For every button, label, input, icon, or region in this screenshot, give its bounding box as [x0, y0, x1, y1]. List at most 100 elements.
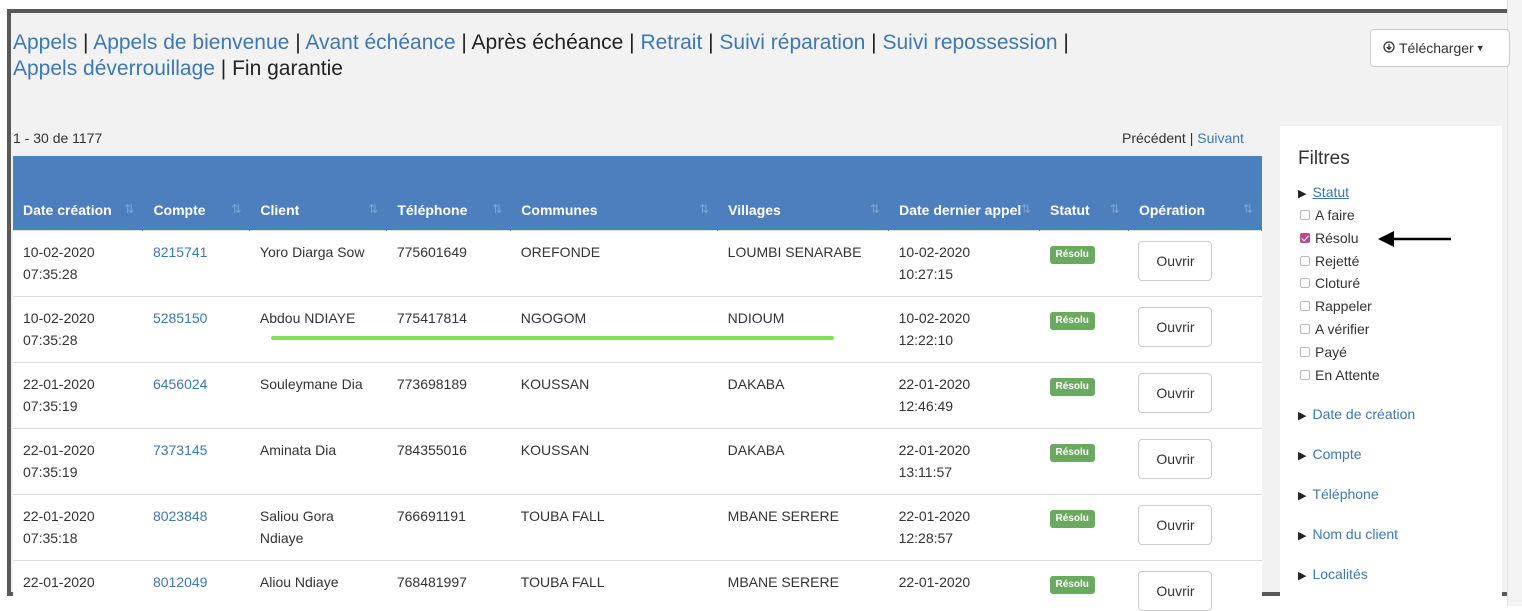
filter-section-statut[interactable]: ▶Statut [1298, 184, 1349, 200]
nav-appels-bienvenue[interactable]: Appels de bienvenue [93, 31, 289, 54]
table-row: 10-02-2020 07:35:28 8215741 Yoro Diarga S… [13, 231, 1262, 297]
filter-option-paye[interactable]: Payé [1300, 344, 1347, 360]
col-client[interactable]: Client⇅ [250, 156, 387, 231]
time-value: 07:35:28 [23, 266, 78, 282]
filter-option-cloture[interactable]: Cloturé [1300, 275, 1360, 291]
sort-icon: ⇅ [1110, 199, 1120, 219]
account-link[interactable]: 6456024 [153, 376, 208, 392]
highlight-underline [271, 336, 834, 340]
filter-section-label: Téléphone [1312, 486, 1378, 502]
open-button[interactable]: Ouvrir [1138, 505, 1212, 545]
col-villages[interactable]: Villages⇅ [718, 156, 889, 231]
nav-fin-garantie[interactable]: Fin garantie [232, 57, 343, 80]
cell-statut: Résolu [1040, 495, 1129, 561]
filters-panel: Filtres ▶Statut A faire Résolu Rejetté C… [1280, 126, 1502, 596]
open-button[interactable]: Ouvrir [1138, 307, 1212, 347]
checkbox[interactable] [1300, 324, 1310, 334]
account-link[interactable]: 5285150 [153, 310, 208, 326]
nav-retrait[interactable]: Retrait [640, 31, 702, 54]
nav-suivi-reparation[interactable]: Suivi réparation [719, 31, 865, 54]
sort-icon: ⇅ [124, 199, 134, 219]
col-telephone[interactable]: Téléphone⇅ [387, 156, 511, 231]
filter-option-a-verifier[interactable]: A vérifier [1300, 321, 1369, 337]
col-operation[interactable]: Opération⇅ [1128, 156, 1261, 231]
nav-separator: | [865, 31, 882, 54]
cell-client: Saliou Gora Ndiaye [250, 495, 387, 561]
nav-appels-deverrouillage[interactable]: Appels déverrouillage [13, 57, 215, 80]
sort-icon: ⇅ [1243, 199, 1253, 219]
filter-section-nom-client[interactable]: ▶Nom du client [1298, 526, 1398, 542]
cell-date-creation: 22-01-2020 [13, 561, 143, 611]
arrow-left-icon [1378, 230, 1453, 248]
col-compte[interactable]: Compte⇅ [143, 156, 250, 231]
filter-section-compte[interactable]: ▶ Compte [1298, 446, 1362, 462]
cell-commune: KOUSSAN [511, 363, 718, 429]
call-type-nav: Appels | Appels de bienvenue | Avant éch… [13, 30, 1253, 82]
nav-separator: | [623, 31, 640, 54]
col-communes[interactable]: Communes⇅ [511, 156, 718, 231]
open-button[interactable]: Ouvrir [1138, 241, 1212, 281]
cell-compte: 8012049 [143, 561, 250, 611]
caret-right-icon: ▶ [1298, 570, 1306, 582]
account-link[interactable]: 8023848 [153, 508, 208, 524]
option-label: Payé [1315, 344, 1347, 360]
col-statut[interactable]: Statut ⇅ [1040, 156, 1129, 231]
status-badge: Résolu [1050, 444, 1095, 462]
prev-link[interactable]: Précédent [1122, 130, 1186, 146]
time-value: 12:46:49 [899, 398, 954, 414]
checkbox[interactable] [1300, 370, 1310, 380]
nav-suivi-repossession[interactable]: Suivi repossession [882, 31, 1057, 54]
checkbox[interactable] [1300, 301, 1310, 311]
table-row: 22-01-202007:35:19 7373145 Aminata Dia 7… [13, 429, 1262, 495]
account-link[interactable]: 7373145 [153, 442, 208, 458]
filter-option-rappeler[interactable]: Rappeler [1300, 298, 1372, 314]
open-button[interactable]: Ouvrir [1138, 373, 1212, 413]
account-link[interactable]: 8215741 [153, 244, 208, 260]
col-label: Téléphone [397, 202, 467, 218]
checkbox[interactable] [1300, 256, 1310, 266]
caret-right-icon: ▶ [1298, 450, 1306, 462]
col-date-creation[interactable]: Date création⇅ [13, 156, 143, 231]
nav-avant-echeance[interactable]: Avant échéance [305, 31, 455, 54]
filter-section-label: Compte [1312, 446, 1361, 462]
time-value: 07:35:19 [23, 398, 78, 414]
account-link[interactable]: 8012049 [153, 574, 208, 590]
status-badge: Résolu [1050, 312, 1095, 330]
cell-telephone: 766691191 [387, 495, 511, 561]
cell-client: Yoro Diarga Sow [250, 231, 387, 297]
cell-date-appel: 10-02-202010:27:15 [889, 231, 1040, 297]
checkbox[interactable] [1300, 347, 1310, 357]
window-scrollbar[interactable] [1507, 0, 1522, 606]
filter-option-a-faire[interactable]: A faire [1300, 207, 1355, 223]
col-date-dernier-appel[interactable]: Date dernier appel⇅ [889, 156, 1040, 231]
checkbox-checked[interactable] [1300, 233, 1310, 243]
filter-option-en-attente[interactable]: En Attente [1300, 367, 1380, 383]
open-button[interactable]: Ouvrir [1138, 439, 1212, 479]
col-label: Statut [1050, 202, 1090, 218]
filters-title: Filtres [1298, 148, 1350, 170]
option-label: Cloturé [1315, 275, 1360, 291]
next-link[interactable]: Suivant [1197, 130, 1244, 146]
open-button[interactable]: Ouvrir [1138, 571, 1212, 611]
calls-table: Date création⇅ Compte⇅ Client⇅ Téléphone… [13, 156, 1262, 611]
filter-section-telephone[interactable]: ▶Téléphone [1298, 486, 1379, 502]
date-value: 10-02-2020 [23, 244, 95, 260]
caret-right-icon: ▶ [1298, 410, 1306, 422]
filter-section-localites[interactable]: ▶Localités [1298, 566, 1368, 582]
cell-statut: Résolu [1040, 363, 1129, 429]
filter-option-rejette[interactable]: Rejetté [1300, 253, 1359, 269]
cell-statut: Résolu [1040, 561, 1129, 611]
filter-option-resolu[interactable]: Résolu [1300, 230, 1359, 246]
download-button[interactable]: Télécharger ▼ [1370, 29, 1510, 67]
checkbox[interactable] [1300, 210, 1310, 220]
nav-appels[interactable]: Appels [13, 31, 77, 54]
filter-section-date-creation[interactable]: ▶Date de création [1298, 406, 1415, 422]
filter-section-label: Nom du client [1312, 526, 1398, 542]
date-value: 22-01-2020 [899, 574, 971, 590]
option-label: En Attente [1315, 367, 1380, 383]
sort-icon: ⇅ [1021, 199, 1031, 219]
checkbox[interactable] [1300, 278, 1310, 288]
table-row: 22-01-202007:35:19 6456024 Souleymane Di… [13, 363, 1262, 429]
nav-apres-echeance[interactable]: Après échéance [472, 31, 624, 54]
date-value: 22-01-2020 [23, 442, 95, 458]
